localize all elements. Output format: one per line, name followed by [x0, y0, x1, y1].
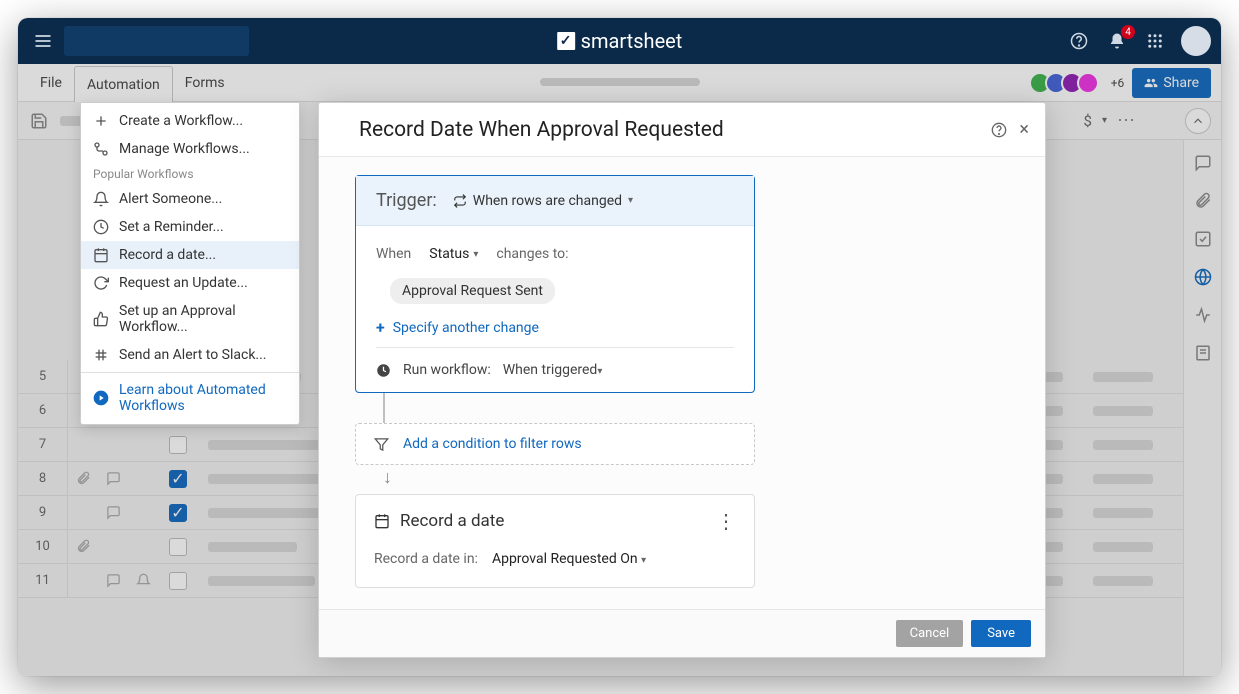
modal-title: Record Date When Approval Requested: [359, 118, 724, 142]
action-title: Record a date: [400, 511, 504, 531]
dropdown-learn-link[interactable]: Learn about Automated Workflows: [81, 376, 299, 420]
bell-icon: [93, 191, 109, 207]
row-checkbox[interactable]: [169, 538, 187, 556]
bell-icon[interactable]: [128, 573, 158, 588]
row-number: 9: [18, 496, 68, 529]
share-button[interactable]: Share: [1132, 68, 1211, 98]
dropdown-item[interactable]: Set up an Approval Workflow...: [81, 297, 299, 341]
trigger-label: Trigger:: [376, 190, 437, 211]
dropdown-item[interactable]: Request an Update...: [81, 269, 299, 297]
row-number: 11: [18, 564, 68, 597]
save-icon[interactable]: [28, 110, 50, 132]
trigger-field-select[interactable]: Status▾: [423, 244, 484, 264]
run-workflow-select[interactable]: When triggered▾: [503, 362, 603, 378]
thumbs-up-icon: [93, 311, 109, 327]
row-number: 10: [18, 530, 68, 563]
plus-icon: [93, 113, 109, 129]
slack-icon: [93, 347, 109, 363]
dropdown-item[interactable]: Send an Alert to Slack...: [81, 341, 299, 369]
trigger-type-select[interactable]: When rows are changed ▾: [453, 193, 633, 209]
dropdown-section-label: Popular Workflows: [81, 163, 299, 185]
row-number: 6: [18, 394, 68, 427]
row-checkbox[interactable]: [169, 436, 187, 454]
collapse-toolbar-icon[interactable]: [1185, 108, 1211, 134]
calendar-icon: [93, 247, 109, 263]
comment-icon[interactable]: [98, 471, 128, 486]
right-rail: [1183, 140, 1221, 676]
activity-panel-icon[interactable]: [1194, 306, 1212, 324]
action-card: Record a date ⋮ Record a date in: Approv…: [355, 494, 755, 588]
apps-grid-icon[interactable]: [1143, 29, 1167, 53]
brand-mark-icon: ✓: [557, 32, 575, 50]
trigger-value-chip[interactable]: Approval Request Sent: [390, 278, 555, 304]
dropdown-item[interactable]: Create a Workflow...: [81, 107, 299, 135]
hamburger-menu[interactable]: [28, 26, 58, 56]
search-input[interactable]: [64, 26, 249, 56]
modal-close-icon[interactable]: ×: [1019, 122, 1029, 138]
notification-bell-icon[interactable]: 4: [1105, 29, 1129, 53]
clock-icon: [93, 219, 109, 235]
dropdown-item[interactable]: Alert Someone...: [81, 185, 299, 213]
row-checkbox[interactable]: [169, 572, 187, 590]
dropdown-item[interactable]: Set a Reminder...: [81, 213, 299, 241]
user-avatar[interactable]: [1181, 26, 1211, 56]
row-checkbox[interactable]: ✓: [169, 470, 187, 488]
cancel-button[interactable]: Cancel: [896, 620, 964, 647]
calendar-icon: [374, 513, 390, 529]
attach-icon[interactable]: [68, 471, 98, 486]
menubar: File Automation Forms +6 Share: [18, 64, 1221, 102]
row-checkbox[interactable]: ✓: [169, 504, 187, 522]
publish-panel-icon[interactable]: [1194, 268, 1212, 286]
save-button[interactable]: Save: [971, 620, 1031, 647]
refresh-icon: [93, 275, 109, 291]
workflow-modal: Record Date When Approval Requested × Tr…: [318, 102, 1046, 658]
brand-text: smartsheet: [581, 29, 683, 53]
attach-icon[interactable]: [68, 539, 98, 554]
notification-badge: 4: [1121, 25, 1135, 39]
comment-icon[interactable]: [98, 573, 128, 588]
dropdown-item[interactable]: Record a date...: [81, 241, 299, 269]
topbar: ✓ smartsheet 4: [18, 18, 1221, 64]
menu-automation[interactable]: Automation: [74, 66, 173, 102]
attachments-panel-icon[interactable]: [1194, 192, 1212, 210]
dropdown-item[interactable]: Manage Workflows...: [81, 135, 299, 163]
brand-logo: ✓ smartsheet: [557, 29, 683, 53]
comments-panel-icon[interactable]: [1194, 154, 1212, 172]
menu-forms[interactable]: Forms: [173, 64, 237, 101]
proofs-panel-icon[interactable]: [1194, 230, 1212, 248]
row-number: 7: [18, 428, 68, 461]
modal-help-icon[interactable]: [991, 122, 1007, 138]
comment-icon[interactable]: [98, 505, 128, 520]
specify-another-change-link[interactable]: + Specify another change: [376, 318, 734, 337]
play-icon: [93, 390, 109, 406]
menu-file[interactable]: File: [28, 64, 74, 101]
summary-panel-icon[interactable]: [1194, 344, 1212, 362]
row-number: 8: [18, 462, 68, 495]
action-field-select[interactable]: Approval Requested On ▾: [492, 551, 646, 567]
automation-dropdown: Create a Workflow...Manage Workflows...P…: [80, 102, 300, 425]
help-icon[interactable]: [1067, 29, 1091, 53]
action-menu-icon[interactable]: ⋮: [716, 509, 736, 533]
collaborator-avatars[interactable]: [1035, 72, 1099, 94]
collaborator-overflow-count: +6: [1111, 76, 1125, 90]
sheet-title-placeholder: [540, 78, 700, 86]
flow-icon: [93, 141, 109, 157]
row-number: 5: [18, 360, 68, 393]
trigger-card: Trigger: When rows are changed ▾ When St…: [355, 175, 755, 393]
add-condition-card[interactable]: Add a condition to filter rows: [355, 423, 755, 465]
